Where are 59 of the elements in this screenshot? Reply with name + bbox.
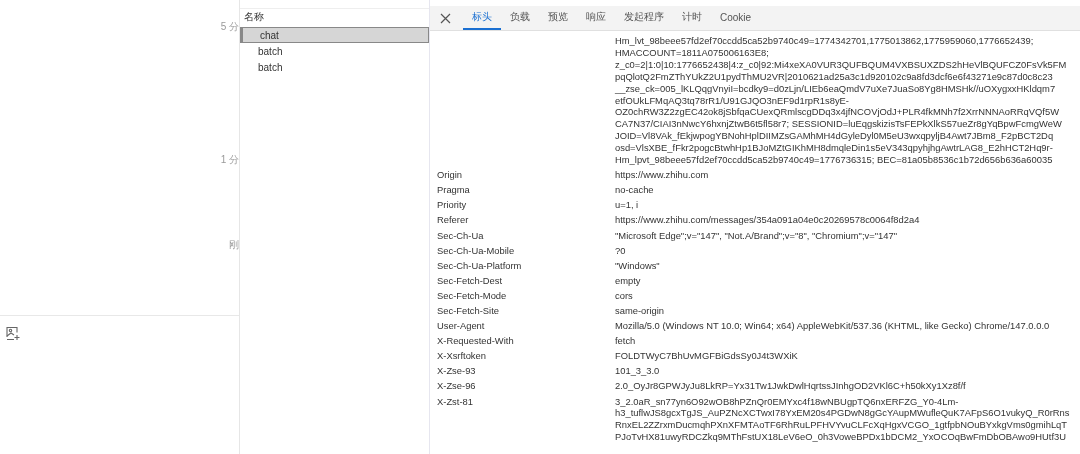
tab[interactable]: 发起程序 — [615, 6, 673, 30]
tab[interactable]: 响应 — [577, 6, 615, 30]
header-value: 101_3_3.0 — [615, 365, 661, 378]
header-name: Origin — [437, 169, 463, 182]
header-value: h3_tuflwJS8gcxTgJS_AuPZNcXCTwxI78YxEM20s4PGDwN8gGcYAupMWufleQuK7AFpS6O1vukyQ_R0rRns — [615, 407, 1071, 420]
header-value: "Windows" — [615, 259, 661, 272]
header-name: X-Xsrftoken — [437, 350, 487, 363]
header-value: ?0 — [615, 244, 627, 257]
header-value: osd=VlsXBE_fFkr2pogcBtwhHp1BJoMZtGIKhMH8dmqleDin1s5eV343qpyhjhgAwtrLAG8_E2hHCT2Hq9r- — [615, 142, 1054, 155]
request-row[interactable]: chat — [240, 27, 429, 43]
header-name: X-Zse-93 — [437, 365, 477, 378]
tab[interactable]: 计时 — [673, 6, 711, 30]
header-value: Hm_lvt_98beee57fd2ef70ccdd5ca52b9740c49=1774342701,1775013862,1775959060,1776652439; — [615, 35, 1035, 47]
tab[interactable]: 预览 — [539, 6, 577, 30]
close-icon[interactable] — [440, 12, 451, 24]
header-value: empty — [615, 274, 642, 287]
header-value: 2.0_OyJr8GPWJyJu8LkRP=Yx31Tw1JwkDwlHqrtssJInhgOD2VKl6C+h50kXy1Xz8f/f — [615, 380, 967, 393]
header-name: Sec-Ch-Ua — [437, 229, 485, 242]
header-value: cors — [615, 289, 634, 302]
header-value: 3_2.0aR_sn77yn6O92wOB8hPZnQr0EMYxc4f18wNBUgpTQ6nxERFZG_Y0-4Lm- — [615, 395, 960, 408]
header-value: Hm_lpvt_98beee57fd2ef70ccdd5ca52b9740c49=1776736315; BEC=81a05b8536c1b72d656b636a60035 — [615, 154, 1054, 166]
header-value: Mozilla/5.0 (Windows NT 10.0; Win64; x64) AppleWebKit/537.36 (KHTML, like Gecko) Chrome/147.0.0.0 — [615, 320, 1051, 332]
header-value: __zse_ck=005_lKLQqgVnyiI=bcdky9=d0zLjn/LIEb6eaQmdV7uXe7JuaSo8Yg8HMSHk//uOXygxxHKldqm7 — [615, 82, 1057, 95]
header-value: z_c0=2|1:0|10:1776652438|4:z_c0|92:Mi4xeXA0VUR3QUFBQUM4VXBSUXZDS2hHeVlBQUFCZ0FsVk5FM — [615, 58, 1068, 71]
header-value: JOID=Vl8VAk_fEkjwpogYBNohHplDIIMZsGAMhMH4dGyleDyl0M5eU3wxqpyljB4Awt7JBm8_F2pBCT2Dq — [615, 130, 1055, 143]
header-name: Priority — [437, 199, 468, 212]
time-label: 5 分 — [220, 20, 239, 32]
header-name: User-Agent — [437, 320, 486, 332]
header-value: https://www.zhihu.com/messages/354a091a04e0c20269578c0064f8d2a4 — [615, 214, 921, 227]
header-name: Sec-Fetch-Mode — [437, 289, 508, 302]
header-value: u=1, i — [615, 199, 640, 212]
header-value: fetch — [615, 335, 637, 348]
tab[interactable]: 标头 — [463, 6, 501, 30]
tab[interactable]: 负载 — [501, 6, 539, 30]
header-name: Pragma — [437, 184, 471, 197]
header-name: X-Zse-96 — [437, 380, 477, 393]
header-value: OZ0chRW3Z2zgEC42ok8jSbfqaCUexQRmlscgDDq3x4jfNCOVjOdJ+PLR4fkMNh7f2XrrNNNAoRRqVQf5W — [615, 106, 1060, 119]
header-value: "Microsoft Edge";v="147", "Not.A/Brand";v="8", "Chromium";v="147" — [615, 229, 898, 242]
header-name: Referer — [437, 214, 470, 227]
header-name: X-Requested-With — [437, 335, 515, 348]
header-value: https://www.zhihu.com — [615, 169, 710, 182]
time-label: 1 分 — [220, 153, 239, 165]
header-value: no-cache — [615, 184, 655, 197]
header-value: etfOUkLFMqAQ3tq78rR1/U91GJQO3nEF9d1rpR1s8yE- — [615, 94, 850, 107]
header-name: Sec-Fetch-Site — [437, 305, 500, 317]
header-name: Sec-Ch-Ua-Mobile — [437, 244, 516, 257]
header-value: HMACCOUNT=1811A075006163E8; — [615, 46, 770, 59]
header-value: same-origin — [615, 305, 665, 317]
header-value: RnxEL2ZZrxmDucmqhPXnXFMTAoTF6RhRuLPFHVYvuCLFcXqHgxVCGO_1gtfpbNOuBYxkgVms0gmihLqT — [615, 419, 1069, 432]
header-value: CA7N37/CIAI3nNwcY6hxnjZtwB6t5fl58r7; SESSIONID=luEqgskizisTsFEPkXlkS57ueZr8gYqBpwFcmgWeW — [615, 118, 1063, 131]
header-name: Sec-Fetch-Dest — [437, 274, 504, 287]
header-name: X-Zst-81 — [437, 395, 474, 409]
image-add-icon[interactable] — [6, 326, 21, 341]
header-value: pqQlotQ2FmZThYUkZ2U1pydThMU2VR|2010621ad25a3c1d920102c9a8fd3dcf6e6f43271e9c87d0c8c23 — [615, 70, 1054, 83]
header-value: FOLDTWyC7BhUvMGFBiGdsSy0J4t3WXiK — [615, 350, 799, 363]
time-label: 刚 — [229, 238, 239, 250]
header-value: PJoTvHX81uwyRDCZkq9MThFstUX18LeV6eO_0h3VoweBPDx1bDCM2_YxOCOqBwFmDbOBAwo9HUtf3U — [615, 431, 1068, 444]
header-name: Sec-Ch-Ua-Platform — [437, 259, 523, 272]
tab[interactable]: Cookie — [711, 6, 761, 30]
